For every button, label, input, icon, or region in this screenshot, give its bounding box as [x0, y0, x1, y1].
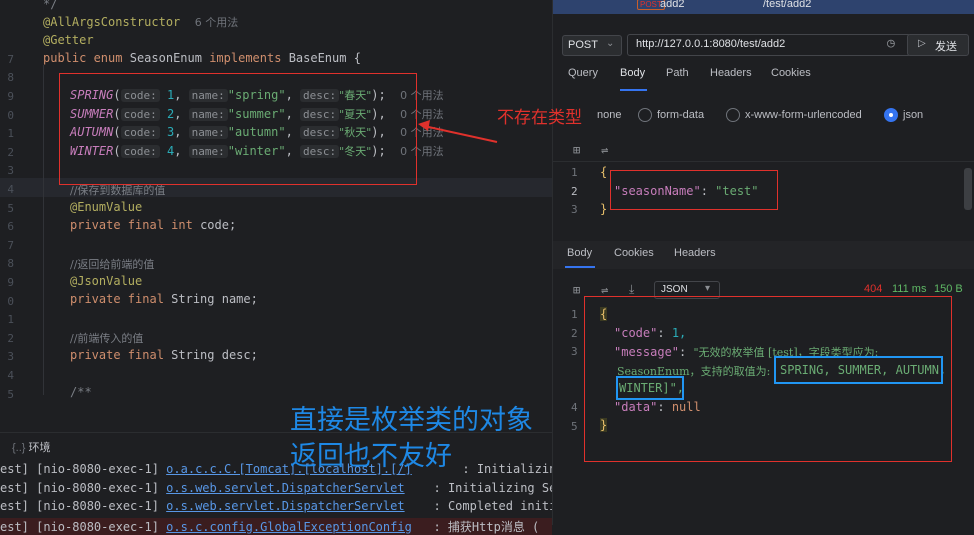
- annotation-arrow: [418, 120, 498, 143]
- big-annotation-line1: 直接是枚举类的对象: [290, 405, 533, 436]
- big-annotation-line2: 返回也不友好: [290, 441, 452, 472]
- not-exist-type-label: 不存在类型: [497, 108, 582, 127]
